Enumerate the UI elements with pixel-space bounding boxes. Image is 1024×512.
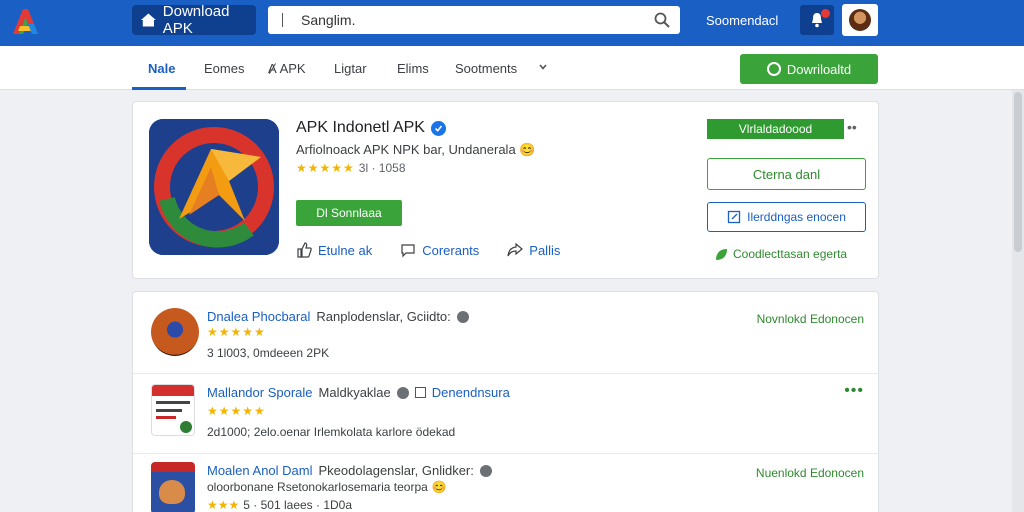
list-item[interactable]: Dnalea Phocbaral Ranplodenslar, Gciidto:…: [133, 292, 878, 374]
app-icon: [149, 119, 279, 255]
list-item-thumbnail: [151, 384, 195, 436]
chevron-down-icon[interactable]: [538, 62, 548, 72]
copy-icon: [414, 387, 426, 398]
list-item-stars: ★★★★★: [207, 325, 266, 339]
account-link[interactable]: Soomendacl: [706, 13, 778, 28]
download-button[interactable]: Dowriloaltd: [740, 54, 878, 84]
list-item-tag-secondary: Denendnsura: [431, 385, 510, 400]
tab-apk[interactable]: Ⱥ APK: [268, 61, 306, 76]
app-title-text: APK Indonetl APK: [296, 119, 425, 136]
home-icon: [140, 13, 156, 27]
avatar: [849, 9, 871, 31]
comment-icon: [401, 244, 415, 258]
notifications-button[interactable]: [800, 5, 834, 35]
edit-icon: [727, 210, 741, 224]
app-list: Dnalea Phocbaral Ranplodenslar, Gciidto:…: [132, 291, 879, 512]
list-item-tag: Ranplodenslar, Gciidto:: [316, 309, 451, 324]
app-icon-graphic: [149, 119, 279, 255]
outline-blue-button[interactable]: Ilerddngas enocen: [707, 202, 866, 232]
like-label: Etulne ak: [318, 242, 373, 258]
share-action[interactable]: Pallis: [507, 242, 560, 258]
download-circle-icon: [766, 62, 781, 76]
comments-action[interactable]: Corerants: [400, 242, 479, 258]
comments-label: Corerants: [422, 242, 480, 258]
search-bar[interactable]: [268, 6, 680, 34]
tab-eomes[interactable]: Eomes: [204, 61, 244, 76]
nav-bar: Nale Eomes Ⱥ APK Ligtar Elims Sootments …: [0, 46, 1024, 90]
info-icon: [456, 310, 469, 323]
page-scrollbar[interactable]: [1012, 90, 1024, 512]
tab-nale[interactable]: Nale: [148, 61, 175, 76]
more-options-icon[interactable]: •••: [844, 382, 864, 400]
list-item[interactable]: Moalen Anol Daml Pkeodolagenslar, Gnlidk…: [133, 454, 878, 512]
list-item-stars: ★★★: [207, 498, 240, 512]
info-icon: [479, 464, 492, 477]
outline-green-button[interactable]: Cterna danl: [707, 158, 866, 190]
download-button-label: Dowriloaltd: [786, 61, 852, 77]
tab-elims[interactable]: Elims: [397, 61, 429, 76]
list-item-action-link[interactable]: Novnlokd Edonocen: [757, 312, 864, 326]
install-button[interactable]: Dl Sonnlaaa: [296, 200, 402, 226]
apk-tab-icon: Ⱥ: [268, 61, 277, 76]
app-actions: Etulne ak Corerants Pallis: [296, 242, 560, 258]
app-subtitle-text: Arfiolnoack APK NPK bar, Undanerala: [296, 142, 516, 157]
thumbs-up-icon: [297, 242, 312, 258]
share-label: Pallis: [529, 242, 561, 258]
smile-emoji-icon: 😊: [519, 142, 536, 157]
app-logo-icon[interactable]: [10, 6, 42, 36]
list-item-subtitle: oloorbonane Rsetonokarlosemaria teorpa 😊: [207, 480, 447, 494]
green-link-label: Coodlecttasan egerta: [733, 247, 848, 261]
list-item-meta: 5 · 501 laees · 1D0a: [243, 498, 353, 512]
list-item-title: Dnalea Phocbaral Ranplodenslar, Gciidto:: [207, 309, 469, 324]
list-item-name: Moalen Anol Daml: [207, 463, 313, 478]
list-item-tag: Pkeodolagenslar, Gnlidker:: [318, 463, 474, 478]
app-title: APK Indonetl APK: [296, 119, 446, 137]
list-item-meta: 3 1l003, 0mdeeen 2PK: [207, 346, 330, 360]
rating-stars-icon: ★★★★★: [296, 161, 355, 175]
download-apk-label: Download APK: [162, 3, 230, 37]
list-item-name: Dnalea Phocbaral: [207, 309, 311, 324]
search-input[interactable]: [301, 12, 641, 28]
verified-icon: [430, 120, 446, 136]
search-icon[interactable]: [654, 12, 670, 28]
scrollbar-thumb[interactable]: [1014, 92, 1022, 252]
list-item-title: Mallandor Sporale Maldkyaklae Denendnsur…: [207, 385, 510, 400]
list-item-subtitle-text: oloorbonane Rsetonokarlosemaria teorpa: [207, 480, 428, 494]
list-item-action-link[interactable]: Nuenlokd Edonocen: [756, 466, 864, 480]
green-link[interactable]: Coodlecttasan egerta: [715, 247, 847, 261]
notification-badge: [821, 9, 830, 18]
tab-sootments[interactable]: Sootments: [455, 61, 517, 76]
outline-blue-label: Ilerddngas enocen: [747, 210, 846, 224]
list-item-meta: 2d1000; 2elo.oenar Irlemkolata karlore ö…: [207, 425, 456, 439]
download-apk-button[interactable]: Download APK: [132, 3, 256, 37]
list-item-thumbnail: [151, 462, 195, 512]
app-rating: ★★★★★ 3l · 1058: [296, 161, 406, 175]
leaf-icon: [716, 248, 727, 260]
tab-ligtar[interactable]: Ligtar: [334, 61, 367, 76]
more-options-icon[interactable]: ••: [847, 119, 857, 135]
active-tab-indicator: [132, 87, 186, 90]
list-item-title: Moalen Anol Daml Pkeodolagenslar, Gnlidk…: [207, 463, 492, 478]
list-item-thumbnail: [151, 308, 199, 356]
info-icon: [396, 386, 409, 399]
text-caret: [282, 13, 283, 27]
rating-text: 3l · 1058: [358, 161, 406, 175]
top-bar: Download APK Soomendacl: [0, 0, 1024, 46]
primary-green-button[interactable]: Vlrlaldadoood: [707, 119, 844, 139]
like-action[interactable]: Etulne ak: [296, 242, 372, 258]
list-item-tag: Maldkyaklae: [318, 385, 391, 400]
app-subtitle: Arfiolnoack APK NPK bar, Undanerala 😊: [296, 142, 536, 158]
tab-apk-label: APK: [279, 61, 306, 76]
list-item[interactable]: Mallandor Sporale Maldkyaklae Denendnsur…: [133, 374, 878, 454]
list-item-stars: ★★★★★: [207, 404, 266, 418]
user-avatar-button[interactable]: [842, 4, 878, 36]
share-icon: [507, 242, 524, 257]
list-item-rating-row: ★★★ 5 · 501 laees · 1D0a: [207, 498, 352, 512]
app-detail-card: APK Indonetl APK Arfiolnoack APK NPK bar…: [132, 101, 879, 279]
smile-emoji-icon: 😊: [431, 480, 447, 494]
list-item-name: Mallandor Sporale: [207, 385, 313, 400]
